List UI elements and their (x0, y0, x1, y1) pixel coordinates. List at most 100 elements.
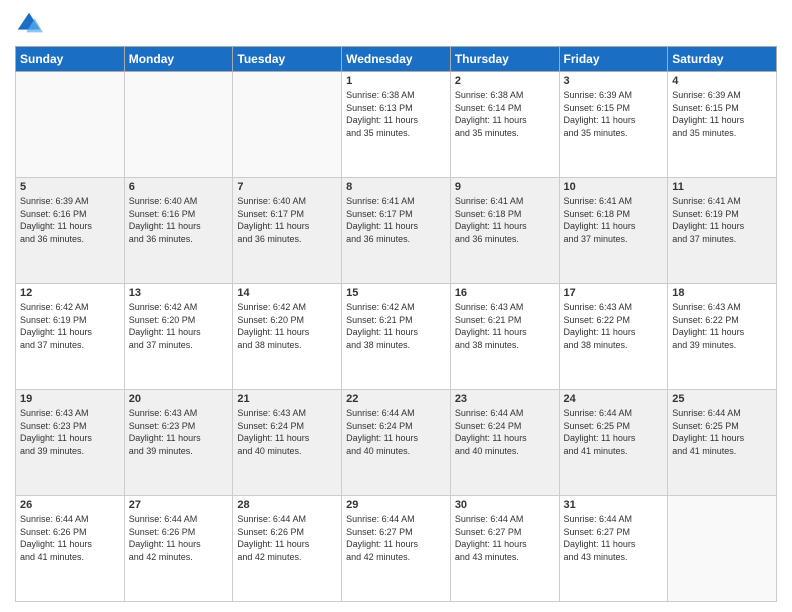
calendar-day-cell: 21Sunrise: 6:43 AMSunset: 6:24 PMDayligh… (233, 390, 342, 496)
day-number: 3 (564, 75, 664, 87)
calendar-week-row: 19 Sunrise: 6:43 AMSunset: 6:23 PMDayligh… (16, 390, 777, 496)
calendar-week-row: 12 Sunrise: 6:42 AMSunset: 6:19 PMDayligh… (16, 284, 777, 390)
day-number: 19 (20, 393, 120, 405)
day-number: 20 (129, 393, 229, 405)
day-number: 25 (672, 393, 772, 405)
day-of-week-header: Friday (559, 47, 668, 72)
calendar-day-cell (16, 72, 125, 178)
day-info: Sunrise: 6:43 AMSunset: 6:23 PMDaylight:… (129, 407, 229, 457)
day-info: Sunrise: 6:44 AMSunset: 6:26 PMDaylight:… (20, 513, 120, 563)
calendar-week-row: 26 Sunrise: 6:44 AMSunset: 6:26 PMDayligh… (16, 496, 777, 602)
calendar-day-cell: 16 Sunrise: 6:43 AMSunset: 6:21 PMDayligh… (450, 284, 559, 390)
calendar-day-cell: 3 Sunrise: 6:39 AMSunset: 6:15 PMDaylight… (559, 72, 668, 178)
calendar-day-cell: 2 Sunrise: 6:38 AMSunset: 6:14 PMDaylight… (450, 72, 559, 178)
day-of-week-header: Sunday (16, 47, 125, 72)
day-info: Sunrise: 6:41 AMSunset: 6:17 PMDaylight:… (346, 195, 446, 245)
calendar-day-cell: 30Sunrise: 6:44 AMSunset: 6:27 PMDayligh… (450, 496, 559, 602)
calendar-day-cell: 14Sunrise: 6:42 AMSunset: 6:20 PMDayligh… (233, 284, 342, 390)
calendar-day-cell (233, 72, 342, 178)
day-number: 11 (672, 181, 772, 193)
day-number: 8 (346, 181, 446, 193)
day-of-week-header: Wednesday (342, 47, 451, 72)
calendar-day-cell: 27 Sunrise: 6:44 AMSunset: 6:26 PMDayligh… (124, 496, 233, 602)
calendar-day-cell: 20 Sunrise: 6:43 AMSunset: 6:23 PMDayligh… (124, 390, 233, 496)
day-number: 29 (346, 499, 446, 511)
day-info: Sunrise: 6:38 AMSunset: 6:13 PMDaylight:… (346, 89, 446, 139)
day-info: Sunrise: 6:43 AMSunset: 6:24 PMDaylight:… (237, 407, 337, 457)
day-number: 27 (129, 499, 229, 511)
day-info: Sunrise: 6:42 AMSunset: 6:21 PMDaylight:… (346, 301, 446, 351)
calendar-day-cell: 11 Sunrise: 6:41 AMSunset: 6:19 PMDayligh… (668, 178, 777, 284)
day-number: 24 (564, 393, 664, 405)
calendar-day-cell: 1 Sunrise: 6:38 AMSunset: 6:13 PMDaylight… (342, 72, 451, 178)
calendar-day-cell: 12 Sunrise: 6:42 AMSunset: 6:19 PMDayligh… (16, 284, 125, 390)
day-number: 31 (564, 499, 664, 511)
day-info: Sunrise: 6:39 AMSunset: 6:15 PMDaylight:… (564, 89, 664, 139)
day-number: 28 (237, 499, 337, 511)
calendar: SundayMondayTuesdayWednesdayThursdayFrid… (15, 46, 777, 602)
day-number: 6 (129, 181, 229, 193)
day-info: Sunrise: 6:42 AMSunset: 6:20 PMDaylight:… (129, 301, 229, 351)
day-number: 5 (20, 181, 120, 193)
day-info: Sunrise: 6:40 AMSunset: 6:16 PMDaylight:… (129, 195, 229, 245)
page: SundayMondayTuesdayWednesdayThursdayFrid… (0, 0, 792, 612)
calendar-day-cell: 28 Sunrise: 6:44 AMSunset: 6:26 PMDayligh… (233, 496, 342, 602)
day-number: 17 (564, 287, 664, 299)
day-info: Sunrise: 6:41 AMSunset: 6:19 PMDaylight:… (672, 195, 772, 245)
day-info: Sunrise: 6:41 AMSunset: 6:18 PMDaylight:… (564, 195, 664, 245)
day-info: Sunrise: 6:44 AMSunset: 6:27 PMDaylight:… (346, 513, 446, 563)
day-info: Sunrise: 6:41 AMSunset: 6:18 PMDaylight:… (455, 195, 555, 245)
day-info: Sunrise: 6:44 AMSunset: 6:25 PMDaylight:… (672, 407, 772, 457)
day-info: Sunrise: 6:43 AMSunset: 6:23 PMDaylight:… (20, 407, 120, 457)
day-number: 26 (20, 499, 120, 511)
day-info: Sunrise: 6:38 AMSunset: 6:14 PMDaylight:… (455, 89, 555, 139)
calendar-day-cell: 25 Sunrise: 6:44 AMSunset: 6:25 PMDayligh… (668, 390, 777, 496)
calendar-week-row: 1 Sunrise: 6:38 AMSunset: 6:13 PMDaylight… (16, 72, 777, 178)
day-number: 14 (237, 287, 337, 299)
logo (15, 10, 47, 38)
day-number: 18 (672, 287, 772, 299)
day-number: 15 (346, 287, 446, 299)
calendar-day-cell: 10 Sunrise: 6:41 AMSunset: 6:18 PMDayligh… (559, 178, 668, 284)
day-info: Sunrise: 6:42 AMSunset: 6:19 PMDaylight:… (20, 301, 120, 351)
calendar-day-cell: 15 Sunrise: 6:42 AMSunset: 6:21 PMDayligh… (342, 284, 451, 390)
day-info: Sunrise: 6:44 AMSunset: 6:26 PMDaylight:… (237, 513, 337, 563)
day-number: 1 (346, 75, 446, 87)
calendar-day-cell: 22Sunrise: 6:44 AMSunset: 6:24 PMDayligh… (342, 390, 451, 496)
day-number: 12 (20, 287, 120, 299)
day-info: Sunrise: 6:44 AMSunset: 6:27 PMDaylight:… (455, 513, 555, 563)
day-info: Sunrise: 6:39 AMSunset: 6:16 PMDaylight:… (20, 195, 120, 245)
day-info: Sunrise: 6:44 AMSunset: 6:27 PMDaylight:… (564, 513, 664, 563)
header (15, 10, 777, 38)
calendar-day-cell: 31 Sunrise: 6:44 AMSunset: 6:27 PMDayligh… (559, 496, 668, 602)
day-info: Sunrise: 6:40 AMSunset: 6:17 PMDaylight:… (237, 195, 337, 245)
day-number: 9 (455, 181, 555, 193)
day-info: Sunrise: 6:43 AMSunset: 6:22 PMDaylight:… (564, 301, 664, 351)
calendar-day-cell: 26 Sunrise: 6:44 AMSunset: 6:26 PMDayligh… (16, 496, 125, 602)
day-of-week-header: Saturday (668, 47, 777, 72)
day-number: 7 (237, 181, 337, 193)
day-info: Sunrise: 6:44 AMSunset: 6:24 PMDaylight:… (455, 407, 555, 457)
day-number: 4 (672, 75, 772, 87)
day-info: Sunrise: 6:43 AMSunset: 6:21 PMDaylight:… (455, 301, 555, 351)
day-number: 22 (346, 393, 446, 405)
day-info: Sunrise: 6:43 AMSunset: 6:22 PMDaylight:… (672, 301, 772, 351)
calendar-day-cell: 23 Sunrise: 6:44 AMSunset: 6:24 PMDayligh… (450, 390, 559, 496)
calendar-day-cell: 17 Sunrise: 6:43 AMSunset: 6:22 PMDayligh… (559, 284, 668, 390)
calendar-day-cell: 7 Sunrise: 6:40 AMSunset: 6:17 PMDaylight… (233, 178, 342, 284)
day-info: Sunrise: 6:44 AMSunset: 6:26 PMDaylight:… (129, 513, 229, 563)
day-number: 16 (455, 287, 555, 299)
day-info: Sunrise: 6:39 AMSunset: 6:15 PMDaylight:… (672, 89, 772, 139)
calendar-day-cell: 29 Sunrise: 6:44 AMSunset: 6:27 PMDayligh… (342, 496, 451, 602)
calendar-day-cell: 13Sunrise: 6:42 AMSunset: 6:20 PMDayligh… (124, 284, 233, 390)
day-of-week-header: Thursday (450, 47, 559, 72)
day-number: 23 (455, 393, 555, 405)
day-number: 2 (455, 75, 555, 87)
logo-icon (15, 10, 43, 38)
calendar-day-cell: 9 Sunrise: 6:41 AMSunset: 6:18 PMDaylight… (450, 178, 559, 284)
day-number: 10 (564, 181, 664, 193)
day-of-week-header: Monday (124, 47, 233, 72)
calendar-day-cell: 24Sunrise: 6:44 AMSunset: 6:25 PMDayligh… (559, 390, 668, 496)
calendar-day-cell (124, 72, 233, 178)
calendar-day-cell: 4 Sunrise: 6:39 AMSunset: 6:15 PMDaylight… (668, 72, 777, 178)
